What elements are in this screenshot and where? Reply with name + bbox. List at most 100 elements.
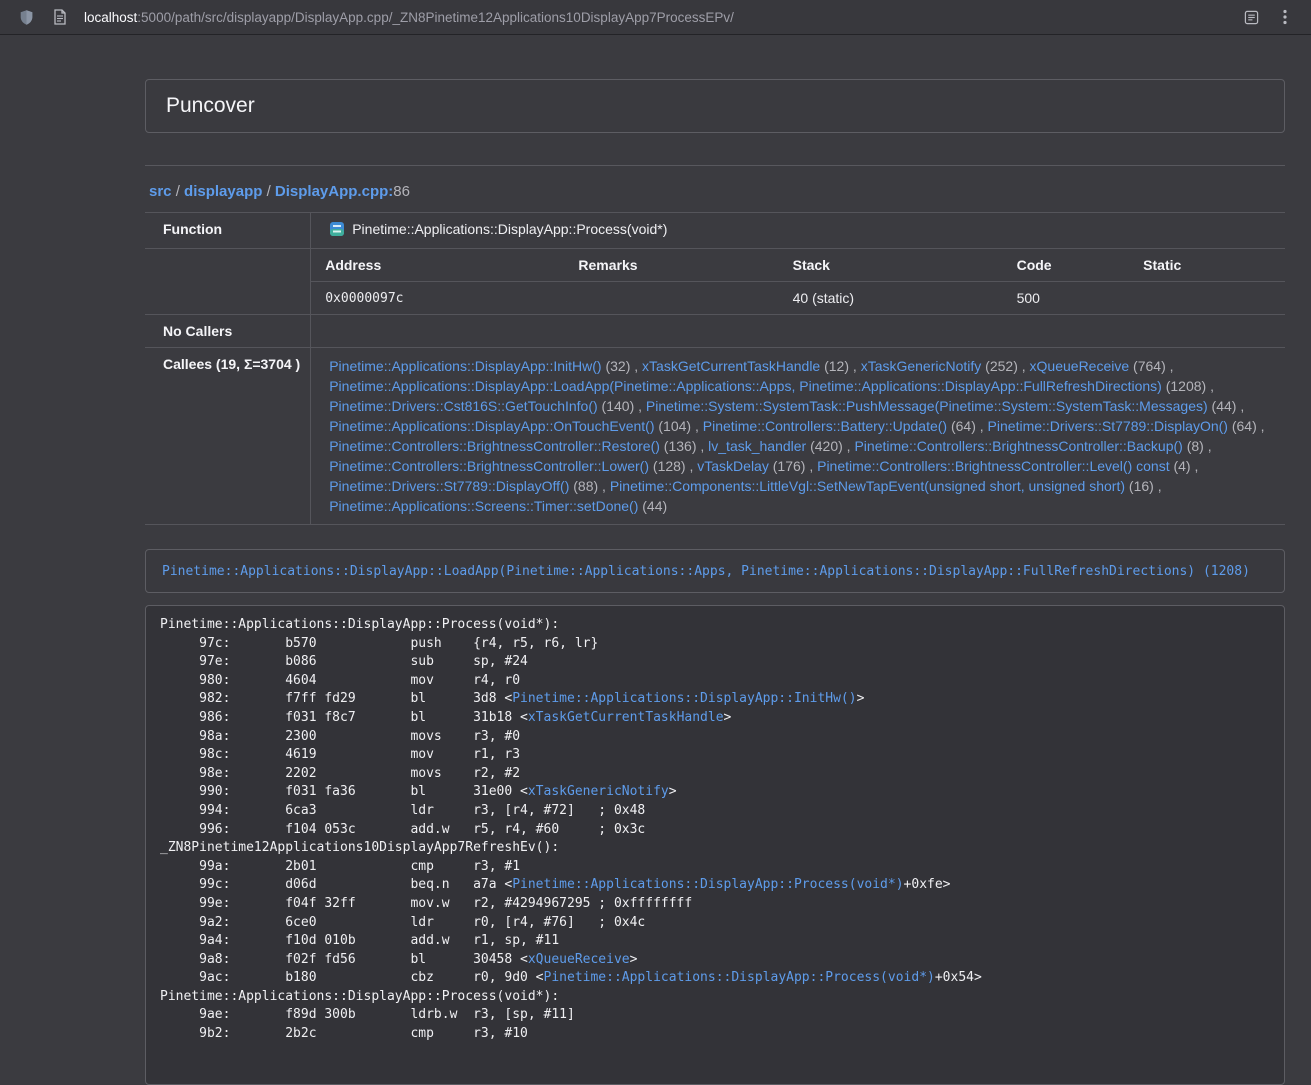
url-bar[interactable]: localhost:5000/path/src/displayapp/Displ… xyxy=(84,10,734,25)
url-path: :5000/path/src/displayapp/DisplayApp.cpp… xyxy=(137,10,734,25)
url-host: localhost xyxy=(84,10,137,25)
callee-separator: , xyxy=(1236,398,1244,414)
breadcrumb-separator: / xyxy=(172,183,185,200)
callee-separator: , xyxy=(686,458,698,474)
callee-link[interactable]: Pinetime::Drivers::St7789::DisplayOn() xyxy=(988,418,1228,434)
callee-link[interactable]: Pinetime::Controllers::BrightnessControl… xyxy=(854,438,1182,454)
code-symbol-link[interactable]: xTaskGenericNotify xyxy=(528,784,669,799)
callee-link[interactable]: Pinetime::System::SystemTask::PushMessag… xyxy=(646,398,1208,414)
callee-link[interactable]: Pinetime::Controllers::BrightnessControl… xyxy=(817,458,1169,474)
page-title: Puncover xyxy=(166,95,1264,117)
callee-link[interactable]: lv_task_handler xyxy=(708,438,806,454)
callee-count: (128) xyxy=(653,458,686,474)
callee-separator: , xyxy=(976,418,988,434)
code-symbol-link[interactable]: xTaskGetCurrentTaskHandle xyxy=(528,710,724,725)
detail-column-header: Stack xyxy=(779,249,1003,282)
detail-value xyxy=(564,282,778,315)
function-row: Function Pinetime::Applications::Display… xyxy=(145,213,1285,249)
callee-link[interactable]: Pinetime::Controllers::BrightnessControl… xyxy=(329,458,649,474)
function-table: Function Pinetime::Applications::Display… xyxy=(145,212,1285,525)
callee-separator: , xyxy=(598,478,610,494)
detail-column-header: Address xyxy=(311,249,564,282)
callee-count: (176) xyxy=(773,458,806,474)
function-name-cell: Pinetime::Applications::DisplayApp::Proc… xyxy=(311,213,1285,249)
detail-row: AddressRemarksStackCodeStatic 0x0000097c… xyxy=(145,249,1285,315)
detail-table-cell: AddressRemarksStackCodeStatic 0x0000097c… xyxy=(311,249,1285,315)
callee-count: (64) xyxy=(1232,418,1257,434)
callee-count: (140) xyxy=(602,398,635,414)
callee-count: (136) xyxy=(664,438,697,454)
page-content: Puncover src / displayapp / DisplayApp.c… xyxy=(145,35,1285,1085)
callee-link[interactable]: Pinetime::Applications::DisplayApp::Load… xyxy=(329,378,1162,394)
callee-count: (764) xyxy=(1133,358,1166,374)
detail-table: AddressRemarksStackCodeStatic 0x0000097c… xyxy=(311,249,1285,314)
callee-count: (4) xyxy=(1173,458,1190,474)
callee-count: (64) xyxy=(951,418,976,434)
menu-kebab-icon[interactable] xyxy=(1271,4,1299,30)
callee-link[interactable]: xQueueReceive xyxy=(1030,358,1130,374)
detail-column-header: Remarks xyxy=(564,249,778,282)
callee-separator: , xyxy=(634,398,646,414)
callee-count: (16) xyxy=(1129,478,1154,494)
no-callers-row: No Callers xyxy=(145,315,1285,348)
callee-count: (8) xyxy=(1187,438,1204,454)
detail-value-row: 0x0000097c40 (static)500 xyxy=(311,282,1285,315)
callee-link[interactable]: xTaskGetCurrentTaskHandle xyxy=(642,358,820,374)
callee-link[interactable]: Pinetime::Drivers::Cst816S::GetTouchInfo… xyxy=(329,398,597,414)
function-name: Pinetime::Applications::DisplayApp::Proc… xyxy=(352,221,667,237)
callee-separator: , xyxy=(1154,478,1162,494)
callee-link[interactable]: Pinetime::Applications::DisplayApp::Init… xyxy=(329,358,601,374)
callee-count: (88) xyxy=(573,478,598,494)
callee-separator: , xyxy=(805,458,817,474)
function-row-label: Function xyxy=(145,213,311,249)
function-icon xyxy=(329,221,345,240)
callee-count: (44) xyxy=(1212,398,1237,414)
breadcrumb: src / displayapp / DisplayApp.cpp:86 xyxy=(145,166,1285,212)
detail-value: 0x0000097c xyxy=(311,282,564,315)
callee-separator: , xyxy=(849,358,861,374)
callee-link[interactable]: vTaskDelay xyxy=(697,458,769,474)
detail-column-header: Code xyxy=(1003,249,1130,282)
breadcrumb-link[interactable]: DisplayApp.cpp: xyxy=(275,183,393,200)
callee-separator: , xyxy=(1166,358,1174,374)
callee-separator: , xyxy=(1257,418,1265,434)
callee-link[interactable]: Pinetime::Controllers::BrightnessControl… xyxy=(329,438,660,454)
callee-count: (32) xyxy=(605,358,630,374)
breadcrumb-line-number: 86 xyxy=(393,183,410,200)
loadapp-symbol-link[interactable]: Pinetime::Applications::DisplayApp::Load… xyxy=(162,564,1250,579)
disassembly: Pinetime::Applications::DisplayApp::Proc… xyxy=(160,616,1270,1044)
callee-separator: , xyxy=(1206,378,1214,394)
callee-link[interactable]: Pinetime::Applications::DisplayApp::OnTo… xyxy=(329,418,654,434)
callees-row: Callees (19, Σ=3704 ) Pinetime::Applicat… xyxy=(145,348,1285,525)
tracking-protection-shield-icon[interactable] xyxy=(12,4,40,30)
callee-link[interactable]: Pinetime::Components::LittleVgl::SetNewT… xyxy=(610,478,1125,494)
breadcrumb-separator: / xyxy=(262,183,275,200)
page-info-icon[interactable] xyxy=(46,4,74,30)
code-symbol-link[interactable]: Pinetime::Applications::DisplayApp::Init… xyxy=(512,691,856,706)
callee-count: (104) xyxy=(658,418,691,434)
no-callers-label: No Callers xyxy=(145,315,311,348)
code-symbol-link[interactable]: xQueueReceive xyxy=(528,952,630,967)
reader-mode-icon[interactable] xyxy=(1237,4,1265,30)
detail-header-row: AddressRemarksStackCodeStatic xyxy=(311,249,1285,282)
callee-separator: , xyxy=(1204,438,1212,454)
callee-link[interactable]: Pinetime::Controllers::Battery::Update() xyxy=(703,418,947,434)
callee-count: (12) xyxy=(824,358,849,374)
callee-separator: , xyxy=(630,358,642,374)
code-symbol-link[interactable]: Pinetime::Applications::DisplayApp::Proc… xyxy=(544,970,935,985)
callee-link[interactable]: Pinetime::Drivers::St7789::DisplayOff() xyxy=(329,478,569,494)
detail-value xyxy=(1129,282,1285,315)
disassembly-panel: Pinetime::Applications::DisplayApp::Proc… xyxy=(145,605,1285,1085)
callee-count: (1208) xyxy=(1166,378,1206,394)
callee-separator: , xyxy=(696,438,708,454)
code-symbol-link[interactable]: Pinetime::Applications::DisplayApp::Proc… xyxy=(512,877,903,892)
callee-link[interactable]: xTaskGenericNotify xyxy=(861,358,982,374)
callees-list: Pinetime::Applications::DisplayApp::Init… xyxy=(311,348,1285,525)
no-callers-cell xyxy=(311,315,1285,348)
callee-count: (252) xyxy=(985,358,1018,374)
breadcrumb-link[interactable]: src xyxy=(149,183,172,200)
callee-link[interactable]: Pinetime::Applications::Screens::Timer::… xyxy=(329,498,638,514)
detail-column-header: Static xyxy=(1129,249,1285,282)
breadcrumb-link[interactable]: displayapp xyxy=(184,183,262,200)
browser-toolbar: localhost:5000/path/src/displayapp/Displ… xyxy=(0,0,1311,35)
